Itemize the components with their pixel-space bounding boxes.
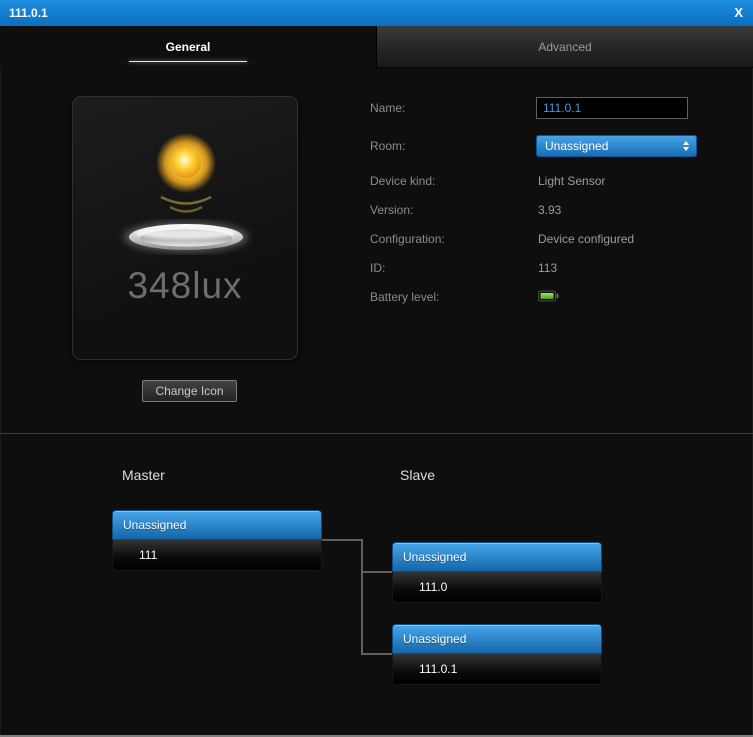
name-row: Name:	[370, 97, 715, 119]
configuration-label: Configuration:	[370, 231, 445, 247]
battery-label: Battery level:	[370, 289, 439, 305]
room-selected-value: Unassigned	[545, 136, 608, 156]
configuration-row: Configuration: Device configured	[370, 231, 715, 247]
master-node-item[interactable]: 111	[112, 540, 322, 571]
master-node-header[interactable]: Unassigned	[112, 510, 322, 540]
id-value: 113	[538, 260, 557, 276]
device-kind-value: Light Sensor	[538, 173, 605, 189]
id-row: ID: 113	[370, 260, 715, 276]
slave-node-1-header[interactable]: Unassigned	[392, 542, 602, 572]
light-sensor-icon	[73, 113, 299, 281]
configuration-value: Device configured	[538, 231, 634, 247]
room-row: Room: Unassigned	[370, 135, 715, 157]
version-value: 3.93	[538, 202, 561, 218]
window-title: 111.0.1	[9, 6, 48, 20]
titlebar[interactable]: 111.0.1 X	[0, 0, 753, 26]
version-row: Version: 3.93	[370, 202, 715, 218]
sensor-reading: 348lux	[73, 265, 297, 307]
close-button[interactable]: X	[734, 5, 743, 20]
battery-row: Battery level:	[370, 289, 715, 305]
master-node: Unassigned 111	[112, 510, 322, 571]
slave-heading: Slave	[400, 467, 435, 483]
tab-advanced-label: Advanced	[538, 40, 591, 54]
tab-bar: General Advanced	[0, 26, 753, 68]
room-select[interactable]: Unassigned	[536, 135, 697, 157]
sensor-panel: 348lux	[72, 96, 298, 360]
room-label: Room:	[370, 135, 405, 157]
slave-node-2: Unassigned 111.0.1	[392, 624, 602, 685]
active-tab-underline	[129, 61, 247, 62]
master-heading: Master	[122, 467, 165, 483]
section-divider	[0, 433, 753, 434]
tab-general[interactable]: General	[0, 26, 376, 68]
tab-general-label: General	[166, 40, 211, 54]
slave-node-2-item[interactable]: 111.0.1	[392, 654, 602, 685]
device-kind-label: Device kind:	[370, 173, 435, 189]
spinner-arrows-icon[interactable]	[680, 136, 692, 156]
battery-icon	[538, 290, 559, 302]
name-label: Name:	[370, 97, 405, 119]
tab-advanced[interactable]: Advanced	[376, 26, 753, 68]
slave-node-2-header[interactable]: Unassigned	[392, 624, 602, 654]
device-kind-row: Device kind: Light Sensor	[370, 173, 715, 189]
device-dialog: 111.0.1 X General Advanced	[0, 0, 753, 737]
change-icon-button[interactable]: Change Icon	[142, 380, 237, 402]
version-label: Version:	[370, 202, 413, 218]
name-input[interactable]	[536, 97, 688, 119]
id-label: ID:	[370, 260, 385, 276]
slave-node-1: Unassigned 111.0	[392, 542, 602, 603]
slave-node-1-item[interactable]: 111.0	[392, 572, 602, 603]
